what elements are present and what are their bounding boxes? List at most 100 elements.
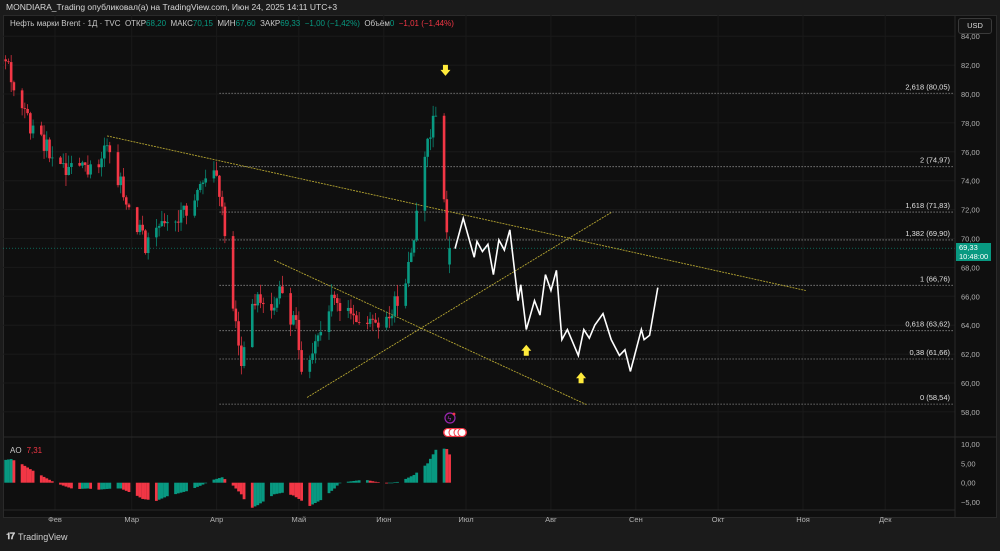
candle-body	[103, 145, 106, 159]
candle-body	[319, 332, 323, 336]
low-label: МИН	[217, 19, 236, 28]
ao-bar	[220, 477, 224, 483]
ao-bar	[291, 482, 295, 496]
ao-bar	[185, 482, 188, 492]
grid	[3, 15, 955, 510]
ao-tick-label: 5,00	[961, 459, 976, 468]
ao-bar	[333, 482, 336, 489]
candle-body	[275, 298, 279, 308]
ao-bar	[215, 478, 219, 483]
ao-bar	[154, 482, 158, 501]
fib-level-label: 1,618 (71,83)	[905, 201, 950, 210]
candle-body	[83, 162, 87, 165]
ao-bar	[407, 477, 410, 483]
candle-body	[407, 261, 410, 284]
ao-bar	[393, 482, 397, 483]
ao-bar	[261, 482, 265, 502]
ao-bar	[349, 481, 353, 483]
candle-body	[314, 341, 317, 354]
candle-body	[352, 313, 355, 316]
candle-body	[81, 162, 84, 166]
ao-bar	[355, 480, 358, 483]
candle-body	[396, 296, 399, 306]
candle-body	[204, 178, 207, 183]
candle-body	[242, 347, 246, 367]
candle-body	[289, 293, 292, 325]
candle-body	[335, 298, 339, 304]
candle-body	[281, 286, 284, 294]
candle-body	[23, 108, 27, 109]
ao-bar	[415, 472, 419, 483]
ao-bar	[100, 482, 103, 490]
candle-body	[240, 345, 243, 367]
ao-bar	[352, 480, 356, 483]
chart-canvas[interactable]: 2,618 (80,05) 2 (74,97) 1,618 (71,83) 1,382…	[0, 0, 1000, 551]
candle-body	[387, 316, 391, 319]
candle-body	[42, 134, 46, 151]
ao-bar	[385, 482, 388, 484]
events-icons[interactable]: ϟ	[443, 412, 467, 437]
candle-body	[250, 303, 254, 348]
ao-bar	[281, 482, 284, 493]
ao-bar	[423, 465, 427, 483]
ao-bar	[376, 482, 380, 483]
ao-bar	[102, 482, 106, 490]
ao-legend[interactable]: AO 7,31	[10, 446, 42, 455]
symbol-legend[interactable]: Нефть марки Brent · 1Д · TVC ОТКР68,20 М…	[10, 19, 454, 28]
candle-body	[393, 296, 397, 316]
tradingview-logo-icon: 𝟏𝟕	[6, 531, 15, 541]
arrow-down-icon	[440, 64, 451, 76]
ao-bar	[239, 482, 243, 495]
candle-body	[97, 164, 101, 168]
candle-body	[256, 294, 260, 306]
fib-level-label: 0,38 (61,66)	[910, 348, 951, 357]
candle-body	[163, 221, 166, 224]
time-tick-label: Ноя	[796, 515, 810, 524]
candle-body	[119, 176, 123, 186]
ao-bar	[346, 481, 350, 483]
candle-body	[198, 184, 202, 190]
ao-bar	[426, 463, 430, 483]
time-tick-label: Июл	[458, 515, 473, 524]
candle-body	[215, 170, 218, 176]
candle-body	[67, 166, 70, 176]
candle-body	[157, 226, 161, 228]
candle-body	[333, 294, 336, 299]
us-flag-events-icon[interactable]	[443, 428, 467, 437]
candle-body	[371, 318, 375, 320]
projection-path	[454, 215, 659, 372]
candle-body	[127, 204, 131, 208]
candle-body	[50, 157, 54, 159]
ao-bar	[127, 482, 131, 492]
ao-bar	[272, 482, 276, 495]
candle-body	[445, 199, 449, 233]
currency-button[interactable]: USD	[958, 18, 992, 34]
candle-body	[448, 248, 451, 265]
ao-bar	[141, 482, 145, 499]
candle-body	[423, 156, 427, 211]
ao-bar	[234, 482, 238, 489]
volume-value: 0	[389, 19, 395, 28]
ao-bar	[218, 478, 221, 483]
ao-bar	[160, 482, 164, 499]
candle-body	[160, 221, 164, 227]
ao-bar	[124, 482, 128, 491]
time-tick-label: Авг	[545, 515, 557, 524]
candle-body	[193, 200, 197, 216]
axes: 84,0082,0080,0078,0076,0074,0072,0070,00…	[48, 32, 980, 524]
ao-bar	[404, 478, 408, 483]
ao-bar	[428, 458, 432, 483]
ao-bar	[179, 482, 183, 493]
fib-level-label: 1,382 (69,90)	[905, 229, 950, 238]
ao-tick-label: 10,00	[961, 440, 980, 449]
change-value: −1,00 (−1,42%)	[304, 19, 360, 28]
price-tick-label: 58,00	[961, 408, 980, 417]
candle-body	[327, 311, 331, 333]
time-tick-label: Апр	[210, 515, 223, 524]
candle-body	[9, 62, 13, 83]
ao-bar	[412, 474, 416, 483]
ao-bar	[108, 482, 112, 489]
symbol-name[interactable]: Нефть марки Brent · 1Д · TVC	[10, 19, 120, 28]
candle-body	[155, 227, 158, 238]
candle-body	[355, 315, 358, 323]
